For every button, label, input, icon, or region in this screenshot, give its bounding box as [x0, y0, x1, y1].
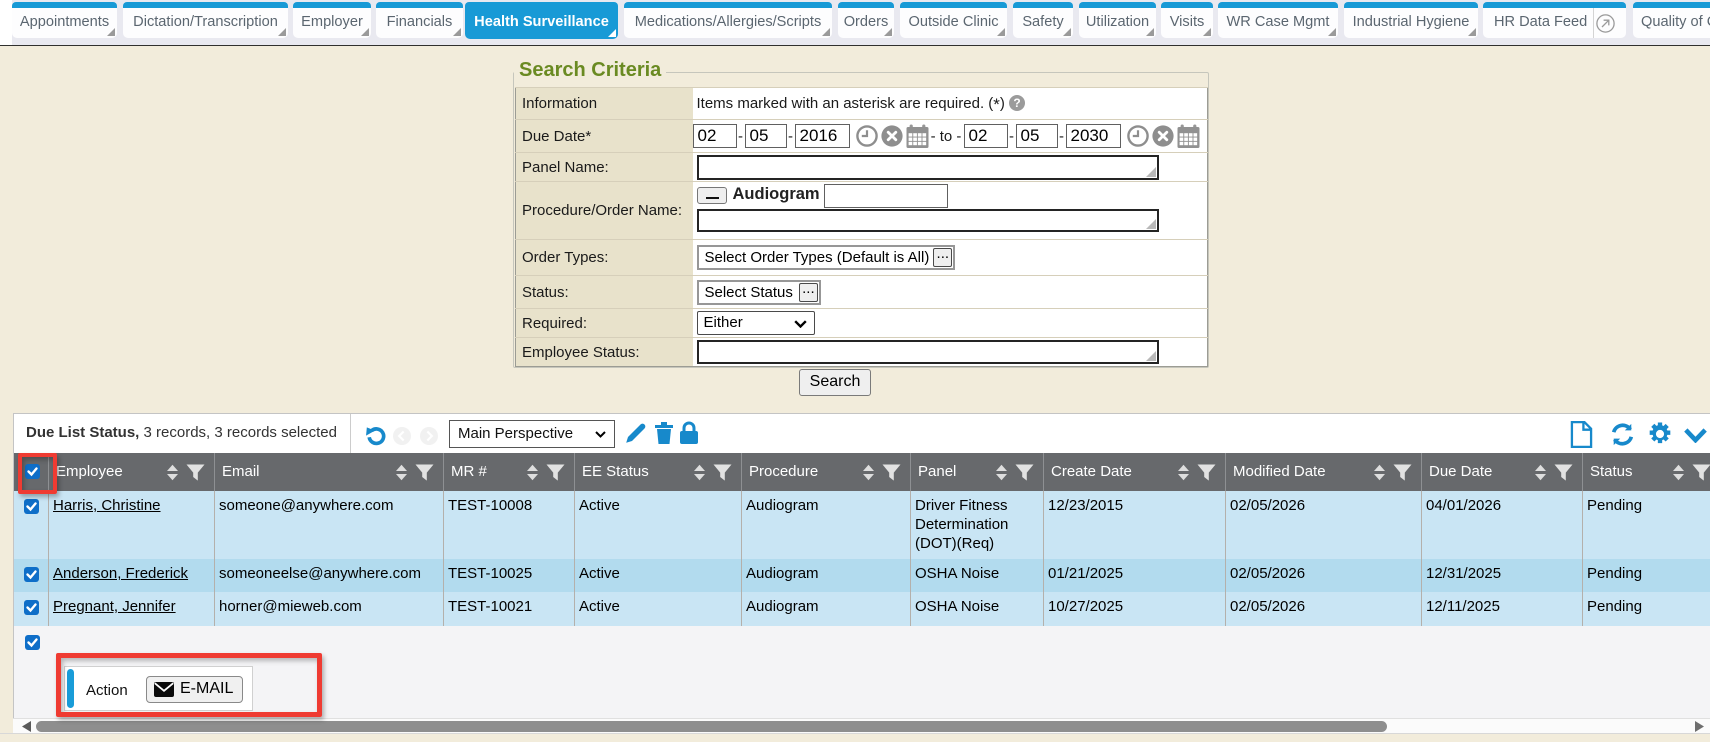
svg-text:?: ? — [1013, 96, 1020, 110]
